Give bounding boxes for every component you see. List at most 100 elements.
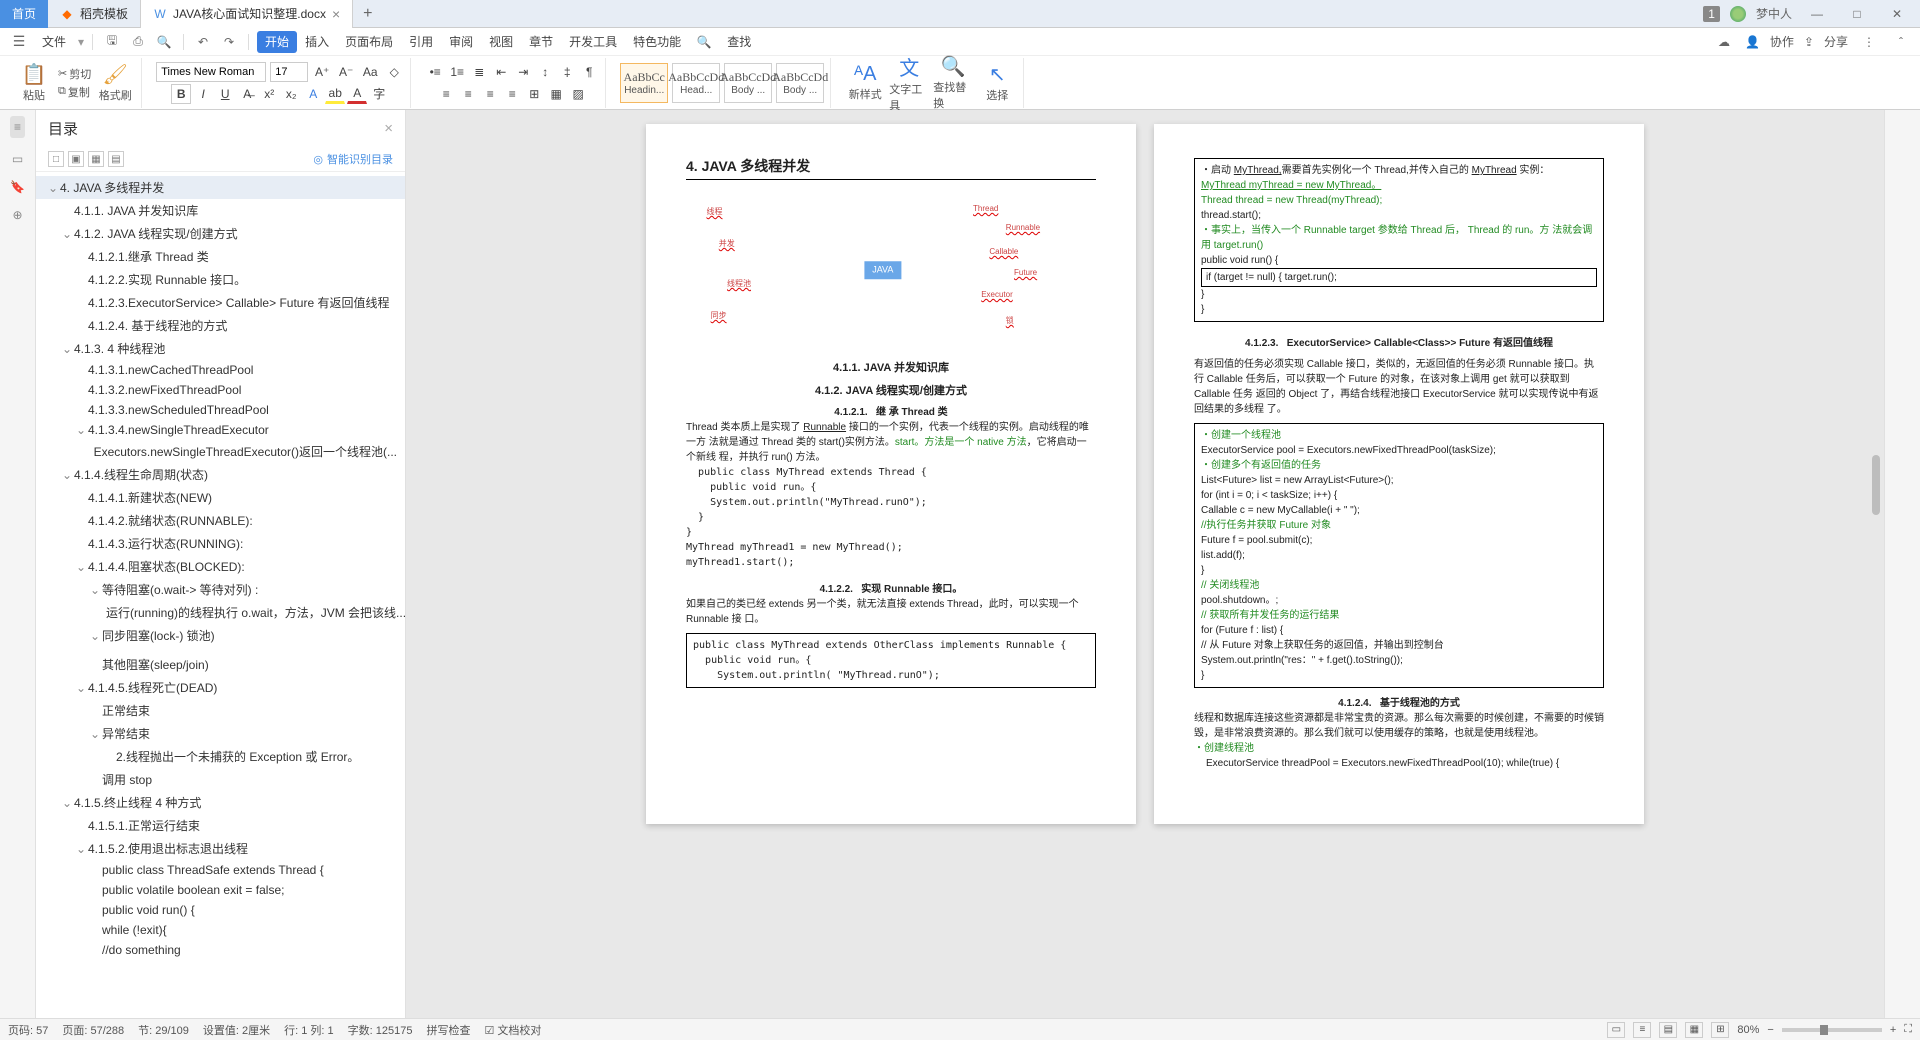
toc-item[interactable]: ⌄4.1.3. 4 种线程池 [36, 337, 405, 360]
underline-icon[interactable]: U [215, 84, 235, 104]
cloud-icon[interactable]: ☁ [1713, 31, 1735, 53]
menu-item-0[interactable]: 开始 [257, 31, 297, 53]
decrease-indent-icon[interactable]: ⇤ [491, 62, 511, 82]
status-proofread[interactable]: ☑ 文档校对 [484, 1022, 541, 1038]
more-icon[interactable]: ⋮ [1858, 31, 1880, 53]
status-section[interactable]: 节: 29/109 [138, 1022, 189, 1038]
tab-close-icon[interactable]: × [332, 6, 340, 22]
hamburger-icon[interactable]: ☰ [8, 31, 30, 53]
menu-file[interactable]: 文件 [34, 29, 74, 54]
toc-twisty-icon[interactable]: ⌄ [62, 342, 72, 356]
align-center-icon[interactable]: ≡ [458, 84, 478, 104]
toc-twisty-icon[interactable]: ⌄ [62, 796, 72, 810]
nav-tool-2[interactable]: ▣ [68, 151, 84, 167]
toc-item[interactable]: ⌄4.1.5.终止线程 4 种方式 [36, 791, 405, 814]
toc-item[interactable]: 4.1.2.4. 基于线程池的方式 [36, 314, 405, 337]
toc-item[interactable]: ⌄4.1.3.4.newSingleThreadExecutor [36, 420, 405, 440]
toc-item[interactable]: ⌄4.1.5.2.使用退出标志退出线程 [36, 837, 405, 860]
search-icon[interactable]: 🔍 [693, 31, 715, 53]
style-box-1[interactable]: AaBbCcDdHead... [672, 63, 720, 103]
grow-font-icon[interactable]: A⁺ [312, 62, 332, 82]
toc-item[interactable]: 2.线程抛出一个未捕获的 Exception 或 Error。 [36, 745, 405, 768]
toc-item[interactable]: 4.1.2.1.继承 Thread 类 [36, 245, 405, 268]
outline-icon[interactable]: ≡ [10, 116, 25, 138]
nav-tool-4[interactable]: ▤ [108, 151, 124, 167]
zoom-icon[interactable]: ⊕ [12, 208, 22, 222]
show-marks-icon[interactable]: ¶ [579, 62, 599, 82]
window-maximize-icon[interactable]: □ [1842, 7, 1872, 21]
toc-item[interactable]: ⌄异常结束 [36, 722, 405, 745]
toc-item[interactable]: ⌄同步阻塞(lock-) 锁池) [36, 624, 405, 647]
view-read-icon[interactable]: ▦ [1685, 1022, 1703, 1038]
bold-icon[interactable]: B [171, 84, 191, 104]
strike-icon[interactable]: A̶ [237, 84, 257, 104]
toc-item[interactable]: 4.1.2.3.ExecutorService> Callable> Futur… [36, 291, 405, 314]
redo-icon[interactable]: ↷ [218, 31, 240, 53]
toc-twisty-icon[interactable]: ⌄ [76, 423, 86, 437]
tab-templates[interactable]: ◆稻壳模板 [48, 0, 141, 28]
toc-item[interactable]: while (!exit){ [36, 920, 405, 940]
select-button[interactable]: ↖选择 [977, 62, 1017, 103]
distribute-icon[interactable]: ⊞ [524, 84, 544, 104]
toc-item[interactable]: 运行(running)的线程执行 o.wait，方法，JVM 会把该线... [36, 601, 405, 624]
bullets-icon[interactable]: •≡ [425, 62, 445, 82]
status-words[interactable]: 字数: 125175 [348, 1022, 413, 1038]
toc-twisty-icon[interactable]: ⌄ [62, 227, 72, 241]
highlight-icon[interactable]: ab [325, 84, 345, 104]
toc-twisty-icon[interactable]: ⌄ [76, 842, 86, 856]
tab-home[interactable]: 首页 [0, 0, 48, 28]
multilevel-icon[interactable]: ≣ [469, 62, 489, 82]
italic-icon[interactable]: I [193, 84, 213, 104]
shading-icon[interactable]: ▨ [568, 84, 588, 104]
toc-item[interactable]: 4.1.4.2.就绪状态(RUNNABLE): [36, 509, 405, 532]
increase-indent-icon[interactable]: ⇥ [513, 62, 533, 82]
print-icon[interactable]: ⎙ [127, 31, 149, 53]
cut-button[interactable]: ✂剪切 [58, 66, 91, 82]
nav-tool-1[interactable]: □ [48, 151, 64, 167]
font-size-input[interactable] [270, 62, 308, 82]
toc-item[interactable]: 4.1.3.3.newScheduledThreadPool [36, 400, 405, 420]
menu-item-6[interactable]: 章节 [521, 31, 561, 53]
toc-item[interactable]: ⌄4.1.4.4.阻塞状态(BLOCKED): [36, 555, 405, 578]
share-label[interactable]: 分享 [1824, 33, 1848, 50]
window-minimize-icon[interactable]: — [1802, 7, 1832, 21]
subscript-icon[interactable]: x₂ [281, 84, 301, 104]
align-right-icon[interactable]: ≡ [480, 84, 500, 104]
toc-twisty-icon[interactable]: ⌄ [48, 181, 58, 195]
align-justify-icon[interactable]: ≡ [502, 84, 522, 104]
badge-icon[interactable]: 1 [1703, 6, 1720, 22]
zoom-in-icon[interactable]: + [1890, 1024, 1896, 1036]
toc-item[interactable]: ⌄4.1.4.线程生命周期(状态) [36, 463, 405, 486]
toc-item[interactable]: ⌄4.1.2. JAVA 线程实现/创建方式 [36, 222, 405, 245]
clear-format-icon[interactable]: ◇ [384, 62, 404, 82]
menu-item-3[interactable]: 引用 [401, 31, 441, 53]
text-tool-button[interactable]: 文文字工具 [889, 52, 929, 113]
toc-item[interactable]: ⌄4. JAVA 多线程并发 [36, 176, 405, 199]
font-name-input[interactable] [156, 62, 266, 82]
toc-item[interactable]: 正常结束 [36, 699, 405, 722]
style-box-2[interactable]: AaBbCcDdBody ... [724, 63, 772, 103]
menu-item-2[interactable]: 页面布局 [337, 31, 401, 53]
menu-item-7[interactable]: 开发工具 [561, 31, 625, 53]
toc-item[interactable]: 4.1.3.1.newCachedThreadPool [36, 360, 405, 380]
copy-button[interactable]: ⧉复制 [58, 84, 91, 100]
zoom-out-icon[interactable]: − [1767, 1024, 1773, 1036]
align-left-icon[interactable]: ≡ [436, 84, 456, 104]
nav-tool-3[interactable]: ▦ [88, 151, 104, 167]
bookmark-icon[interactable]: 🔖 [10, 180, 25, 194]
vertical-scrollbar[interactable] [1870, 110, 1882, 1018]
menu-item-5[interactable]: 视图 [481, 31, 521, 53]
avatar-icon[interactable] [1730, 6, 1746, 22]
style-box-3[interactable]: AaBbCcDdBody ... [776, 63, 824, 103]
toc-twisty-icon[interactable]: ⌄ [90, 727, 100, 741]
scrollbar-thumb[interactable] [1872, 455, 1880, 515]
status-spellcheck[interactable]: 拼写检查 [426, 1022, 470, 1038]
change-case-icon[interactable]: Aa [360, 62, 380, 82]
collab-label[interactable]: 协作 [1770, 33, 1794, 50]
menu-search[interactable]: 查找 [719, 29, 759, 54]
font-color-icon[interactable]: A [347, 84, 367, 104]
toc-twisty-icon[interactable]: ⌄ [62, 468, 72, 482]
toc-item[interactable]: ⌄4.1.4.5.线程死亡(DEAD) [36, 676, 405, 699]
nav-smart-detect[interactable]: ◎智能识别目录 [313, 151, 393, 167]
view-web-icon[interactable]: ▤ [1659, 1022, 1677, 1038]
